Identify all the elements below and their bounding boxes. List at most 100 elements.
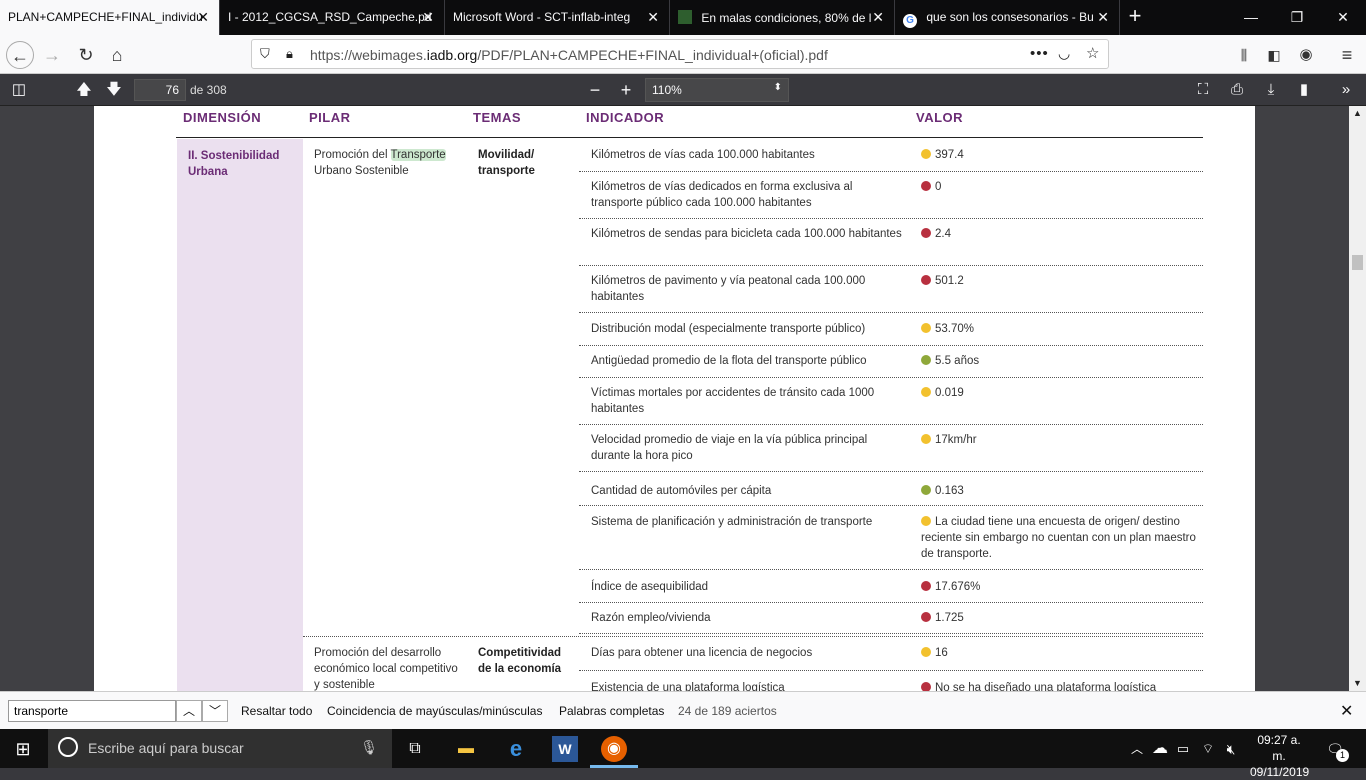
battery-icon[interactable]: ▭ [1170,736,1196,762]
back-arrow-icon[interactable]: ← [6,41,34,69]
clock[interactable]: 09:27 a. m. 09/11/2019 [1250,732,1309,780]
pillar-transporte: Promoción del Transporte Urbano Sostenib… [314,147,464,179]
find-previous-button[interactable]: ︿ [176,700,202,722]
match-case-toggle[interactable]: Coincidencia de mayúsculas/minúsculas [327,704,542,718]
word-icon[interactable]: W [552,736,578,762]
bookmark-star-icon[interactable]: ☆ [1086,44,1099,62]
bookmark-icon[interactable]: ▮ [1293,80,1315,100]
file-explorer-icon[interactable]: ▬ [453,736,479,762]
header-dimension: DIMENSIÓN [183,110,262,125]
status-dot-icon [921,355,931,365]
vertical-scrollbar[interactable]: ▲ ▼ [1349,106,1366,691]
row-divider [579,312,1203,313]
zoom-select[interactable]: 110% ⬍ [645,78,789,102]
zoom-out-icon[interactable]: − [584,80,606,100]
select-arrows-icon: ⬍ [773,82,782,93]
tab-news[interactable]: En malas condiciones, 80% de l ✕ [670,0,895,35]
close-tab-icon[interactable]: ✕ [647,9,659,26]
firefox-icon[interactable]: ◉ [601,736,627,762]
indicator-cell: Velocidad promedio de viaje en la vía pú… [591,434,868,462]
row-divider [579,670,1203,671]
windows-start-icon[interactable]: ⊞ [10,736,36,762]
forward-arrow-icon[interactable]: → [38,41,66,69]
value-cell: 0.163 [921,483,1196,499]
value-cell: 2.4 [921,226,1196,242]
value-cell: 1.725 [921,610,1196,626]
url-text[interactable]: https://webimages.iadb.org/PDF/PLAN+CAMP… [310,47,828,63]
windows-taskbar: ⊞ Escribe aquí para buscar 🎙︎ ⧉ ▬ e W ◉ … [0,729,1366,779]
indicator-cell: Días para obtener una licencia de negoci… [591,647,813,659]
indicator-cell: Kilómetros de vías dedicados en forma ex… [591,181,853,209]
header-pillar: PILAR [309,110,351,125]
value-text: 17.676% [935,581,981,593]
pdf-toolbar: ◫ 🡅 🡇 76 de 308 − + 110% ⬍ ⛶ ⎙ ⤓ ▮ » [0,74,1366,106]
find-input[interactable] [8,700,176,722]
toggle-sidebar-icon[interactable]: ◫ [8,80,30,100]
close-window-button[interactable]: ✕ [1320,0,1366,35]
notification-count: 1 [1336,749,1349,762]
shield-icon[interactable]: ⛉ [260,46,270,62]
new-tab-button[interactable]: + [1120,0,1150,35]
row-divider [579,424,1203,425]
indicator-cell: Distribución modal (especialmente transp… [591,323,866,335]
find-next-button[interactable]: ﹀ [202,700,228,722]
tab-pdf-plan[interactable]: PLAN+CAMPECHE+FINAL_individu ✕ [0,0,220,35]
page-actions-icon[interactable]: ••• [1030,45,1049,62]
presentation-mode-icon[interactable]: ⛶ [1192,80,1214,100]
value-text: 1.725 [935,612,964,624]
tab-pdf-cgcsa[interactable]: I - 2012_CGCSA_RSD_Campeche.pd ✕ [220,0,445,35]
highlight-all-toggle[interactable]: Resaltar todo [241,704,312,718]
status-dot-icon [921,323,931,333]
restore-button[interactable]: ❐ [1274,0,1320,35]
indicator-cell: Antigüedad promedio de la flota del tran… [591,355,867,367]
tools-chevron-icon[interactable]: » [1335,80,1357,100]
menu-icon[interactable]: ≡ [1333,41,1361,69]
url-bar[interactable]: ⛉ 🔒︎ https://webimages.iadb.org/PDF/PLAN… [251,39,1109,69]
zoom-in-icon[interactable]: + [615,80,637,100]
tab-google-search[interactable]: G que son los consesonarios - Bu ✕ [895,0,1120,35]
lock-icon[interactable]: 🔒︎ [286,46,293,62]
microphone-icon[interactable]: 🎙︎ [360,739,378,756]
row-divider [579,633,1203,634]
value-cell: 397.4 [921,147,1196,163]
header-value: VALOR [916,110,964,125]
zoom-value: 110% [652,83,682,97]
scrollbar-thumb[interactable] [1352,255,1363,270]
volume-muted-icon[interactable]: 🔇︎ [1218,736,1244,762]
library-icon[interactable]: ⫼ [1230,41,1258,69]
edge-icon[interactable]: e [503,736,529,762]
scroll-up-icon[interactable]: ▲ [1353,108,1362,118]
close-tab-icon[interactable]: ✕ [872,9,884,26]
status-dot-icon [921,149,931,159]
close-tab-icon[interactable]: ✕ [197,9,209,26]
row-divider [579,471,1203,472]
sidebar-icon[interactable]: ◧ [1260,41,1288,69]
page-number-input[interactable]: 76 [134,79,186,101]
close-tab-icon[interactable]: ✕ [1097,9,1109,26]
taskbar-search[interactable]: Escribe aquí para buscar 🎙︎ [48,729,392,768]
task-view-icon[interactable]: ⧉ [402,736,428,762]
pillar-text: Promoción del [314,149,391,161]
download-icon[interactable]: ⤓ [1260,80,1282,100]
pocket-icon[interactable]: ◡ [1058,45,1070,62]
tab-title: que son los consesonarios - Bu [926,10,1094,24]
next-page-icon[interactable]: 🡇 [103,80,125,100]
url-prefix: https://webimages. [310,47,427,63]
indicator-cell: Víctimas mortales por accidentes de trán… [591,387,875,415]
previous-page-icon[interactable]: 🡅 [73,80,95,100]
reload-icon[interactable]: ↻ [72,41,100,69]
scroll-down-icon[interactable]: ▼ [1353,678,1362,688]
tab-word-sct[interactable]: Microsoft Word - SCT-inflab-integ ✕ [445,0,670,35]
home-icon[interactable]: ⌂ [103,41,131,69]
whole-words-toggle[interactable]: Palabras completas [559,704,664,718]
value-cell: No se ha diseñado una plataforma logísti… [921,680,1196,691]
value-text: 501.2 [935,275,964,287]
close-tab-icon[interactable]: ✕ [422,9,434,26]
minimize-button[interactable]: — [1228,0,1274,35]
close-find-icon[interactable]: ✕ [1340,701,1353,721]
value-text: 53.70% [935,323,975,335]
value-text: 397.4 [935,149,964,161]
print-icon[interactable]: ⎙ [1226,80,1248,100]
pdf-viewer[interactable]: DIMENSIÓN PILAR TEMAS INDICADOR VALOR II… [0,106,1366,691]
account-icon[interactable]: ◉ [1292,41,1320,69]
